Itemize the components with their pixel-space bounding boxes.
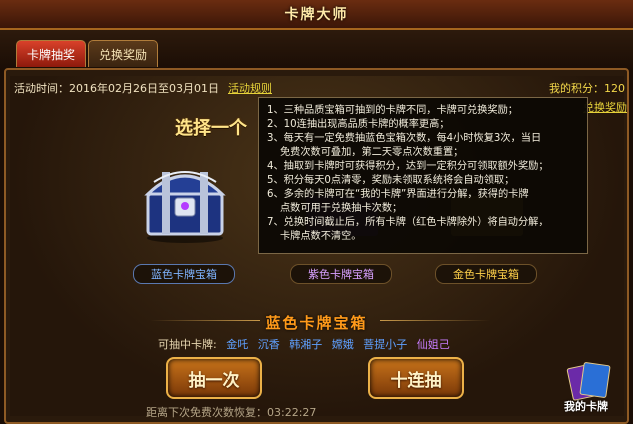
blue-chest-icon[interactable] [140,160,230,244]
tooltip-line: 3、每天有一定免费抽蓝色宝箱次数，每4小时恢复3次，当日 [267,133,542,144]
exchange-reward-link[interactable]: 兑换奖励 [583,99,627,115]
tooltip-line: 点数可用于兑换抽卡次数； [267,203,403,214]
card-name[interactable]: 沉香 [258,338,280,351]
tooltip-line: 4、抽取到卡牌时可获得积分，达到一定积分可领取额外奖励； [267,161,549,172]
title-bar: 卡牌大师 [0,0,633,30]
card-name[interactable]: 仙姐己 [417,338,450,351]
tab-exchange-reward[interactable]: 兑换奖励 [88,40,159,67]
tooltip-line: 6、多余的卡牌可在“我的卡牌”界面进行分解，获得的卡牌 [267,189,529,200]
rules-link[interactable]: 活动规则 [228,80,272,96]
free-draw-timer: 距离下次免费次数恢复：03:22:27 [146,406,317,419]
select-title: 选择一个 [175,118,247,139]
tooltip-line: 免费次数可叠加，第二天零点次数重置； [267,147,464,158]
card-name[interactable]: 菩提小子 [363,338,407,351]
tooltip-line: 1、三种品质宝箱可抽到的卡牌不同，卡牌可兑换奖励； [267,105,518,116]
tab-card-draw[interactable]: 卡牌抽奖 [16,40,87,67]
event-time: 活动时间：2016年02月26日至03月01日 [14,82,219,95]
window-title: 卡牌大师 [284,7,349,23]
chest-label-blue[interactable]: 蓝色卡牌宝箱 [133,264,235,284]
chest-label-purple[interactable]: 紫色卡牌宝箱 [290,264,392,284]
rules-tooltip: 1、三种品质宝箱可抽到的卡牌不同，卡牌可兑换奖励； 2、10连抽出现高品质卡牌的… [258,97,588,254]
tooltip-line: 7、兑换时间截止后，所有卡牌（红色卡牌除外）将自动分解， [267,217,549,228]
score-display: 我的积分：120 [549,82,625,95]
my-cards-label[interactable]: 我的卡牌 [564,398,608,414]
card-name[interactable]: 嫦娥 [332,338,354,351]
tooltip-line: 5、积分每天0点清零，奖励未领取系统将会自动领取； [267,175,515,186]
chest-label-gold[interactable]: 金色卡牌宝箱 [435,264,537,284]
draw-once-button[interactable]: 抽一次 [166,357,262,399]
card-pool-row: 可抽中卡牌: 金吒 沉香 韩湘子 嫦娥 菩提小子 仙姐己 [158,336,450,352]
tooltip-line: 2、10连抽出现高品质卡牌的概率更高； [267,119,450,130]
card-name[interactable]: 金吒 [226,338,248,351]
card-pool-label: 可抽中卡牌: [158,338,217,351]
tooltip-line: 卡牌点数不清空。 [267,231,362,242]
card-name[interactable]: 韩湘子 [289,338,322,351]
selected-chest-name: 蓝色卡牌宝箱 [265,314,368,332]
draw-ten-button[interactable]: 十连抽 [368,357,464,399]
